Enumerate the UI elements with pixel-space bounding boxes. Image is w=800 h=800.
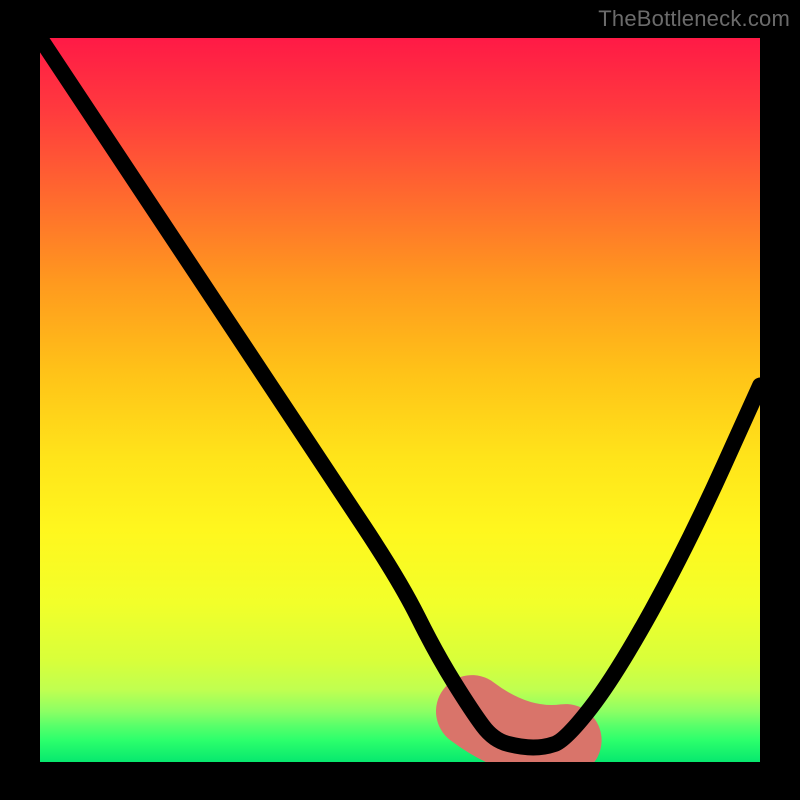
bottleneck-curve [40,38,760,748]
attribution-text: TheBottleneck.com [598,6,790,32]
plot-area [40,38,760,762]
chart-frame: TheBottleneck.com [0,0,800,800]
curve-svg [40,38,760,762]
